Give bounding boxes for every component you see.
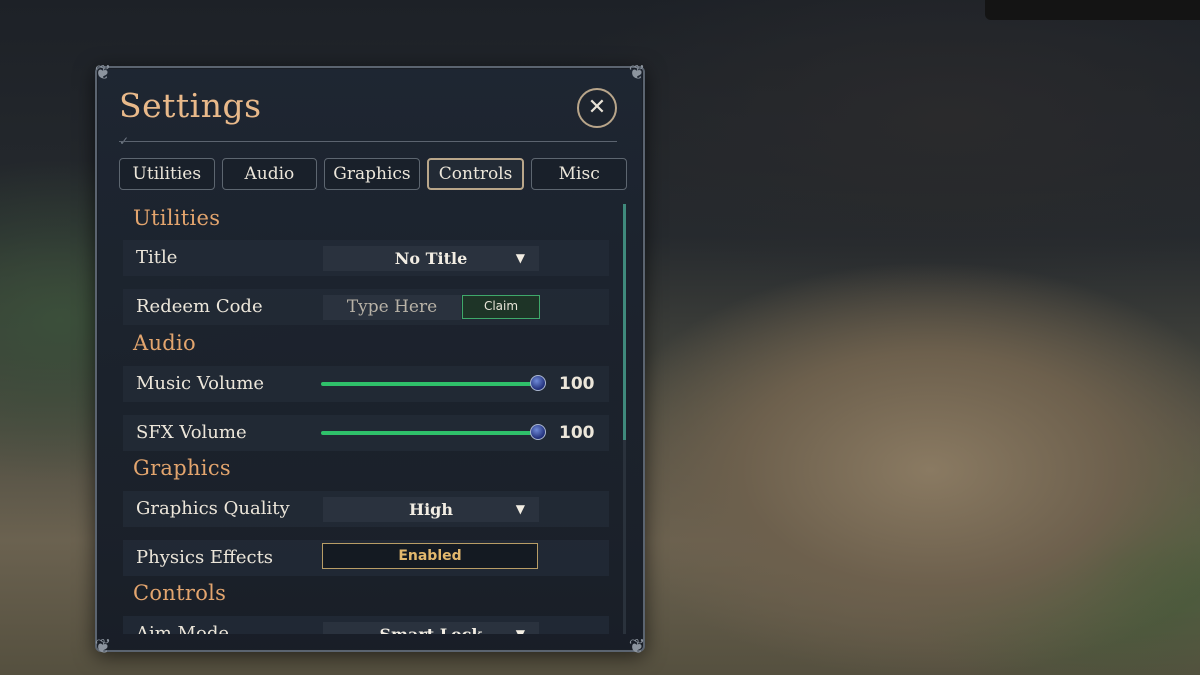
claim-button[interactable]: Claim (462, 295, 540, 319)
setting-label: Aim Mode (136, 623, 229, 634)
setting-label: Physics Effects (136, 547, 274, 568)
setting-label: Graphics Quality (136, 498, 290, 519)
section-heading-utilities: Utilities (133, 206, 221, 230)
page-title: Settings (119, 86, 262, 125)
scrollbar-thumb[interactable] (623, 204, 626, 440)
tab-misc[interactable]: Misc (531, 158, 627, 190)
setting-row-redeem-code: Redeem Code Type Here Claim (123, 289, 609, 325)
corner-ornament-icon: ❦ (94, 634, 112, 658)
aim-mode-dropdown[interactable]: Smart Lock ▼ (323, 622, 539, 634)
music-volume-slider[interactable] (321, 382, 539, 386)
graphics-quality-dropdown[interactable]: High ▼ (323, 497, 539, 522)
title-dropdown[interactable]: No Title ▼ (323, 246, 539, 271)
settings-scroll-area[interactable]: Utilities Title No Title ▼ Redeem Code T… (123, 204, 609, 634)
slider-value: 100 (559, 423, 595, 443)
settings-panel: ❦ ❦ ❦ ❦ Settings ✕ ✓ Utilities Audio Gra… (95, 60, 646, 658)
setting-row-music-volume: Music Volume 100 (123, 366, 609, 402)
setting-row-graphics-quality: Graphics Quality High ▼ (123, 491, 609, 527)
chevron-down-icon: ▼ (515, 502, 525, 516)
tab-utilities[interactable]: Utilities (119, 158, 215, 190)
section-heading-audio: Audio (133, 331, 196, 355)
setting-label: Title (136, 247, 178, 268)
sfx-volume-slider[interactable] (321, 431, 539, 435)
section-heading-graphics: Graphics (133, 456, 231, 480)
setting-row-title: Title No Title ▼ (123, 240, 609, 276)
slider-handle[interactable] (530, 424, 546, 440)
setting-row-sfx-volume: SFX Volume 100 (123, 415, 609, 451)
tab-graphics[interactable]: Graphics (324, 158, 420, 190)
section-heading-controls: Controls (133, 581, 227, 605)
top-right-hud-bar (985, 0, 1200, 20)
close-icon: ✕ (587, 95, 607, 120)
chevron-down-icon: ▼ (515, 627, 525, 634)
setting-row-aim-mode: Aim Mode Smart Lock ▼ (123, 616, 609, 634)
chevron-down-icon: ▼ (515, 251, 525, 265)
physics-effects-toggle[interactable]: Enabled (322, 543, 538, 569)
corner-ornament-icon: ❦ (628, 634, 646, 658)
close-button[interactable]: ✕ (577, 88, 617, 128)
tab-controls[interactable]: Controls (426, 158, 525, 190)
setting-label: Redeem Code (136, 296, 263, 317)
dropdown-value: Smart Lock (380, 625, 483, 634)
corner-ornament-icon: ❦ (94, 60, 112, 84)
slider-handle[interactable] (530, 375, 546, 391)
corner-ornament-icon: ❦ (628, 60, 646, 84)
tab-audio[interactable]: Audio (221, 158, 318, 190)
dropdown-value: High (408, 500, 453, 519)
setting-label: SFX Volume (136, 422, 247, 443)
slider-value: 100 (559, 374, 595, 394)
redeem-code-input[interactable]: Type Here (323, 295, 461, 320)
setting-row-physics-effects: Physics Effects Enabled (123, 540, 609, 576)
title-divider (119, 141, 617, 142)
dropdown-value: No Title (394, 249, 468, 268)
setting-label: Music Volume (136, 373, 265, 394)
settings-tabs: Utilities Audio Graphics Controls Misc (119, 158, 627, 190)
